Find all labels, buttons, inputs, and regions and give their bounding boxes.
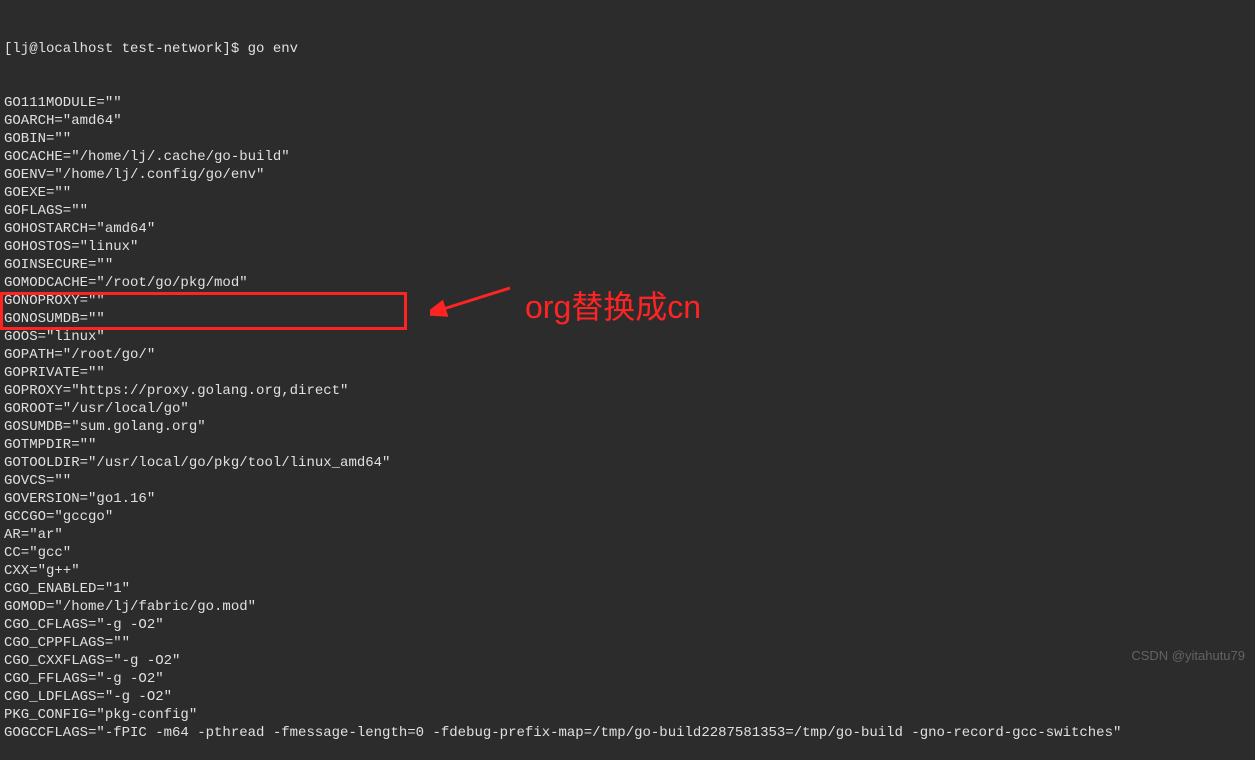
output-line: CGO_FFLAGS="-g -O2" — [4, 670, 1255, 688]
output-line: GOENV="/home/lj/.config/go/env" — [4, 166, 1255, 184]
output-line: GOTOOLDIR="/usr/local/go/pkg/tool/linux_… — [4, 454, 1255, 472]
output-line: GOSUMDB="sum.golang.org" — [4, 418, 1255, 436]
output-line: GOPROXY="https://proxy.golang.org,direct… — [4, 382, 1255, 400]
output-line: GOMODCACHE="/root/go/pkg/mod" — [4, 274, 1255, 292]
output-line: GOBIN="" — [4, 130, 1255, 148]
output-line: CXX="g++" — [4, 562, 1255, 580]
output-line: GOARCH="amd64" — [4, 112, 1255, 130]
command-prompt: [lj@localhost test-network]$ go env — [4, 40, 1255, 58]
output-line: GOEXE="" — [4, 184, 1255, 202]
output-line: CGO_CFLAGS="-g -O2" — [4, 616, 1255, 634]
output-line: GONOPROXY="" — [4, 292, 1255, 310]
output-line: GOPATH="/root/go/" — [4, 346, 1255, 364]
output-line: GO111MODULE="" — [4, 94, 1255, 112]
output-line: GOMOD="/home/lj/fabric/go.mod" — [4, 598, 1255, 616]
output-line: GOTMPDIR="" — [4, 436, 1255, 454]
output-line: GOHOSTOS="linux" — [4, 238, 1255, 256]
output-line: CGO_ENABLED="1" — [4, 580, 1255, 598]
output-line: PKG_CONFIG="pkg-config" — [4, 706, 1255, 724]
output-line: GOINSECURE="" — [4, 256, 1255, 274]
output-line: GOOS="linux" — [4, 328, 1255, 346]
output-line: GOHOSTARCH="amd64" — [4, 220, 1255, 238]
output-line: GCCGO="gccgo" — [4, 508, 1255, 526]
output-line: GONOSUMDB="" — [4, 310, 1255, 328]
output-line: GOCACHE="/home/lj/.cache/go-build" — [4, 148, 1255, 166]
terminal-output[interactable]: [lj@localhost test-network]$ go env GO11… — [0, 0, 1255, 760]
output-lines: GO111MODULE=""GOARCH="amd64"GOBIN=""GOCA… — [4, 94, 1255, 742]
output-line: GOVCS="" — [4, 472, 1255, 490]
output-line: GOVERSION="go1.16" — [4, 490, 1255, 508]
output-line: GOGCCFLAGS="-fPIC -m64 -pthread -fmessag… — [4, 724, 1255, 742]
output-line: AR="ar" — [4, 526, 1255, 544]
output-line: CC="gcc" — [4, 544, 1255, 562]
output-line: CGO_LDFLAGS="-g -O2" — [4, 688, 1255, 706]
output-line: GOFLAGS="" — [4, 202, 1255, 220]
output-line: CGO_CPPFLAGS="" — [4, 634, 1255, 652]
output-line: CGO_CXXFLAGS="-g -O2" — [4, 652, 1255, 670]
output-line: GOROOT="/usr/local/go" — [4, 400, 1255, 418]
output-line: GOPRIVATE="" — [4, 364, 1255, 382]
